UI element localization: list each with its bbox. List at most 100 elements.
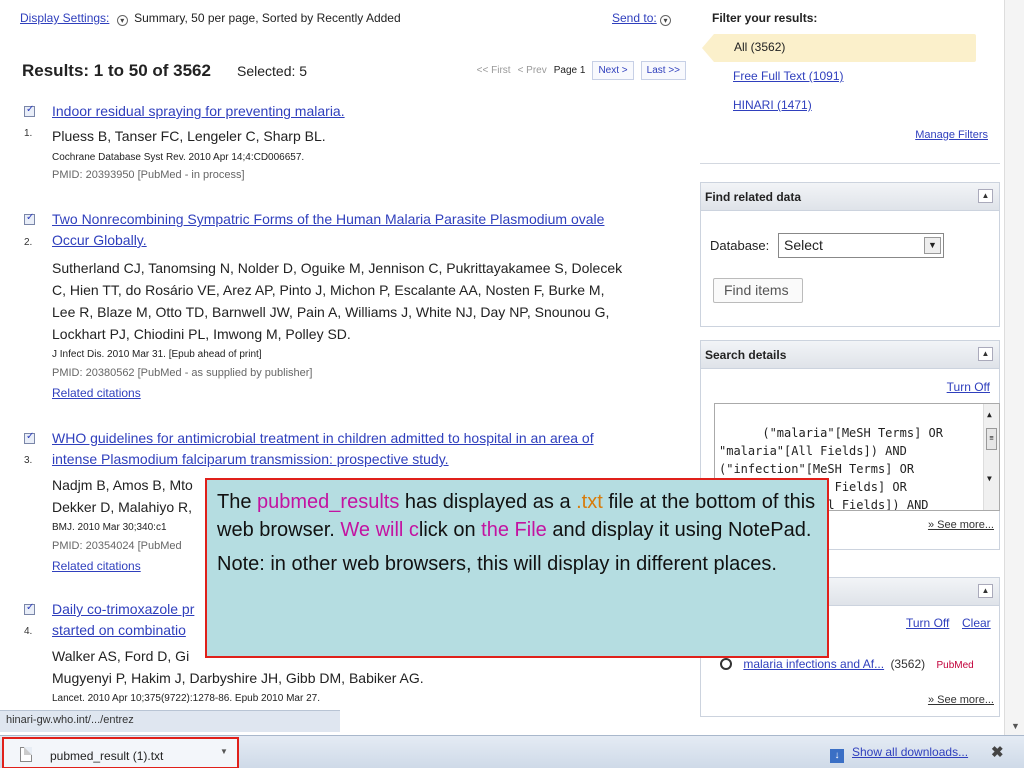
result-title-link[interactable]: WHO guidelines for antimicrobial treatme… xyxy=(52,428,672,470)
result-authors: Sutherland CJ, Tanomsing N, Nolder D, Og… xyxy=(52,257,682,345)
scroll-down-icon[interactable]: ▼ xyxy=(1011,721,1020,731)
callout-highlight: We will c xyxy=(340,519,419,541)
result-checkbox[interactable] xyxy=(24,104,35,117)
query-scrollbar[interactable]: ▲ ≡ ▼ xyxy=(983,404,999,510)
callout-text: and display it using NotePad. xyxy=(546,519,812,541)
result-authors-line: Sutherland CJ, Tanomsing N, Nolder D, Og… xyxy=(52,260,623,276)
result-checkbox[interactable] xyxy=(24,212,35,225)
callout-highlight: the File xyxy=(481,519,547,541)
display-settings: Display Settings: ▾ Summary, 50 per page… xyxy=(20,11,401,26)
filter-title: Filter your results: xyxy=(712,11,818,25)
scroll-thumb[interactable]: ≡ xyxy=(986,428,997,450)
chevron-down-icon[interactable]: ▼ xyxy=(924,237,941,254)
callout-highlight: .txt xyxy=(576,491,603,513)
filter-free-full-text[interactable]: Free Full Text (1091) xyxy=(733,69,844,83)
scroll-down-icon[interactable]: ▼ xyxy=(987,470,992,488)
see-more-link[interactable]: » See more... xyxy=(928,519,994,531)
see-more-link[interactable]: » See more... xyxy=(928,694,994,706)
collapse-icon[interactable]: ▲ xyxy=(978,347,993,361)
result-title-line[interactable]: Two Nonrecombining Sympatric Forms of th… xyxy=(52,211,604,227)
show-all-downloads-label[interactable]: Show all downloads... xyxy=(852,745,968,759)
result-title-line[interactable]: started on combinatio xyxy=(52,622,186,638)
scroll-up-icon[interactable]: ▲ xyxy=(987,406,992,424)
panel-header: Find related data ▲ xyxy=(701,183,999,211)
page-scrollbar[interactable]: ▼ xyxy=(1004,0,1024,735)
result-journal: Lancet. 2010 Apr 10;375(9722):1278-86. E… xyxy=(52,693,320,704)
callout-highlight: pubmed_results xyxy=(257,491,400,513)
send-to[interactable]: Send to: ▾ xyxy=(612,11,674,26)
results-count-title: Results: 1 to 50 of 3562 xyxy=(22,61,211,80)
download-file-name[interactable]: pubmed_result (1).txt xyxy=(50,749,163,763)
callout-paragraph: The pubmed_results has displayed as a .t… xyxy=(217,488,817,544)
result-number: 2. xyxy=(24,237,33,248)
find-items-button[interactable]: Find items xyxy=(713,278,803,303)
collapse-icon[interactable]: ▲ xyxy=(978,189,993,203)
instruction-callout: The pubmed_results has displayed as a .t… xyxy=(205,478,829,658)
chevron-down-icon[interactable]: ▾ xyxy=(660,15,672,26)
result-pmid: PMID: 20393950 [PubMed - in process] xyxy=(52,169,245,181)
status-url: hinari-gw.who.int/.../entrez xyxy=(0,710,340,732)
result-checkbox[interactable] xyxy=(24,602,35,615)
current-page: Page 1 xyxy=(553,65,586,76)
text-file-icon xyxy=(20,747,32,762)
database-label: Database: xyxy=(710,238,770,253)
display-settings-bar: Display Settings: ▾ Summary, 50 per page… xyxy=(0,0,696,36)
send-to-link[interactable]: Send to: xyxy=(612,11,657,25)
callout-note: Note: in other web browsers, this will d… xyxy=(217,553,777,575)
browser-page: Display Settings: ▾ Summary, 50 per page… xyxy=(0,0,1024,768)
last-page-button[interactable]: Last >> xyxy=(640,61,686,80)
prev-page-link: < Prev xyxy=(517,65,547,76)
panel-title: Search details xyxy=(705,348,787,362)
display-settings-value: Summary, 50 per page, Sorted by Recently… xyxy=(134,11,401,25)
result-authors-line: C, Hien TT, do Rosário VE, Arez AP, Pint… xyxy=(52,282,605,298)
recent-search-link[interactable]: malaria infections and Af... xyxy=(743,657,884,671)
collapse-icon[interactable]: ▲ xyxy=(978,584,993,598)
result-journal: Cochrane Database Syst Rev. 2010 Apr 14;… xyxy=(52,152,305,163)
results-header: Results: 1 to 50 of 3562 Selected: 5 << … xyxy=(20,61,692,83)
turn-off-link[interactable]: Turn Off xyxy=(947,380,990,394)
result-title-link[interactable]: Indoor residual spraying for preventing … xyxy=(52,101,672,122)
result-title-line[interactable]: Daily co-trimoxazole pr xyxy=(52,601,194,617)
result-number: 4. xyxy=(24,626,33,637)
close-icon[interactable]: ✖ xyxy=(991,743,1004,761)
callout-text: has displayed as a xyxy=(399,491,577,513)
database-select-value: Select xyxy=(784,237,823,253)
related-citations-link[interactable]: Related citations xyxy=(52,386,141,400)
result-pmid: PMID: 20380562 [PubMed - as supplied by … xyxy=(52,367,313,379)
show-all-downloads[interactable]: ↓ Show all downloads... xyxy=(830,745,968,763)
result-title-line[interactable]: Occur Globally. xyxy=(52,232,147,248)
manage-filters-link[interactable]: Manage Filters xyxy=(915,129,988,141)
recent-search-source: PubMed xyxy=(936,660,974,671)
result-pmid: PMID: 20354024 [PubMed xyxy=(52,540,182,552)
download-item[interactable]: pubmed_result (1).txt ▼ xyxy=(2,737,239,768)
result-title-line[interactable]: WHO guidelines for antimicrobial treatme… xyxy=(52,430,594,446)
filter-all[interactable]: All (3562) xyxy=(702,34,976,62)
selected-count: Selected: 5 xyxy=(237,63,308,79)
downloads-bar: pubmed_result (1).txt ▼ ↓ Show all downlo… xyxy=(0,735,1024,768)
recent-search-count: (3562) xyxy=(890,657,926,671)
result-journal: J Infect Dis. 2010 Mar 31. [Epub ahead o… xyxy=(52,349,262,360)
chevron-down-icon[interactable]: ▼ xyxy=(220,747,228,756)
database-select[interactable]: Select ▼ xyxy=(778,233,944,258)
panel-title: Find related data xyxy=(705,190,802,204)
recent-clear-link[interactable]: Clear xyxy=(962,616,991,630)
result-journal: BMJ. 2010 Mar 30;340:c1 xyxy=(52,522,167,533)
display-settings-link[interactable]: Display Settings: xyxy=(20,11,109,25)
recent-turn-off-link[interactable]: Turn Off xyxy=(906,616,949,630)
result-authors-line: Lee R, Blaze M, Otto TD, Barnwell JW, Pa… xyxy=(52,304,610,320)
result-title-line[interactable]: intense Plasmodium falciparum transmissi… xyxy=(52,451,449,467)
download-icon: ↓ xyxy=(830,749,844,763)
panel-header: Search details ▲ xyxy=(701,341,999,369)
next-page-button[interactable]: Next > xyxy=(592,61,634,80)
result-authors: Pluess B, Tanser FC, Lengeler C, Sharp B… xyxy=(52,128,326,144)
result-number: 1. xyxy=(24,128,33,139)
result-authors-line: Mugyenyi P, Hakim J, Darbyshire JH, Gibb… xyxy=(52,670,424,686)
related-citations-link[interactable]: Related citations xyxy=(52,559,141,573)
search-icon xyxy=(720,658,732,670)
result-checkbox[interactable] xyxy=(24,431,35,444)
filter-hinari[interactable]: HINARI (1471) xyxy=(733,98,812,112)
chevron-down-icon[interactable]: ▾ xyxy=(116,15,128,26)
result-number: 3. xyxy=(24,455,33,466)
first-page-link: << First xyxy=(476,65,511,76)
result-title-link[interactable]: Two Nonrecombining Sympatric Forms of th… xyxy=(52,209,672,251)
